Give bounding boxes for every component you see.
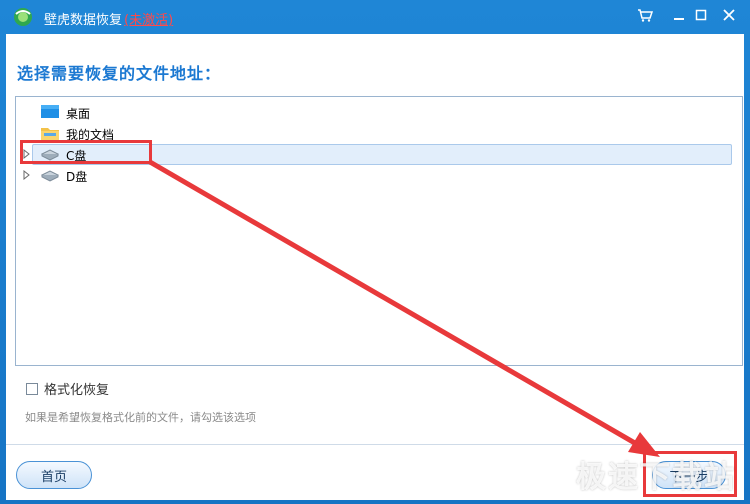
tree-item-label: D盘 <box>66 170 88 184</box>
tree-item-label: 桌面 <box>66 107 91 121</box>
format-recover-label: 格式化恢复 <box>44 383 110 398</box>
format-recover-hint: 如果是希望恢复格式化前的文件，请勾选该选项 <box>25 411 256 424</box>
tree-item-d-drive[interactable]: D盘 <box>16 165 742 186</box>
folder-icon <box>41 128 59 140</box>
maximize-icon <box>695 9 707 21</box>
close-icon <box>723 9 735 21</box>
cart-icon <box>638 9 653 22</box>
home-button[interactable]: 首页 <box>16 461 92 489</box>
location-tree[interactable]: 桌面 我的文档 C盘 D盘 <box>15 96 743 366</box>
tree-item-desktop[interactable]: 桌面 <box>16 102 742 123</box>
drive-icon <box>40 170 60 182</box>
page-title: 选择需要恢复的文件地址： <box>17 64 222 83</box>
format-recover-option[interactable]: 格式化恢复 <box>26 379 109 398</box>
cart-button[interactable] <box>634 5 656 25</box>
minimize-button[interactable] <box>668 5 690 25</box>
activation-link[interactable]: (未激活) <box>124 9 173 28</box>
close-button[interactable] <box>718 5 740 25</box>
app-logo-icon <box>14 8 32 26</box>
footer-divider <box>6 444 744 445</box>
title-bar: 壁虎数据恢复 (未激活) <box>0 0 750 34</box>
minimize-icon <box>674 18 684 20</box>
expand-arrow-icon[interactable] <box>23 170 31 180</box>
window-title: 壁虎数据恢复 <box>44 13 123 28</box>
watermark: 极速下载站 <box>576 460 736 495</box>
annotation-box-c-drive <box>20 140 152 164</box>
format-recover-checkbox[interactable] <box>26 382 38 395</box>
client-area: 选择需要恢复的文件地址： 桌面 我的文档 C盘 D盘 格式化恢复 如果是希望恢复… <box>6 34 744 500</box>
app-window: 壁虎数据恢复 (未激活) 选择需要恢复的文件地址： 桌面 我的文档 C盘 D盘 … <box>0 0 750 504</box>
desktop-icon <box>41 105 59 118</box>
maximize-button[interactable] <box>690 5 712 25</box>
